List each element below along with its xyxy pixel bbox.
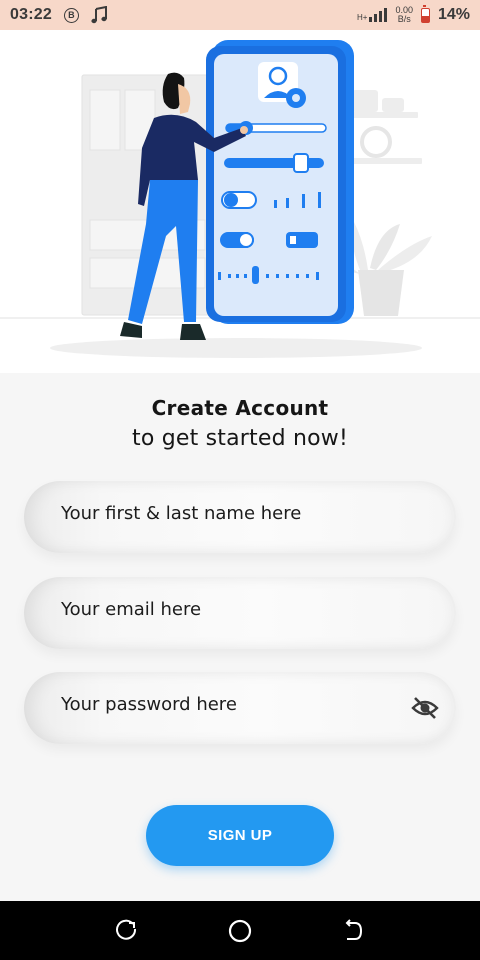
system-nav-bar <box>0 901 480 960</box>
floor-shadow <box>50 338 422 358</box>
signal-icon <box>369 8 388 22</box>
phone-shape <box>206 40 354 324</box>
b-badge-icon: B <box>63 7 79 23</box>
name-input[interactable] <box>61 502 440 524</box>
email-field[interactable] <box>24 577 456 649</box>
home-icon[interactable] <box>220 911 260 951</box>
battery-icon <box>420 4 430 23</box>
recent-apps-icon[interactable] <box>107 911 147 951</box>
email-input[interactable] <box>61 598 440 620</box>
name-field[interactable] <box>24 481 456 553</box>
back-icon[interactable] <box>333 911 373 951</box>
status-right: H+ 0.00 B/s 14% <box>356 4 470 24</box>
heading: Create Account to get started now! <box>0 396 480 451</box>
status-bar: 03:22 B H+ 0.00 B/s 14% <box>0 0 480 30</box>
page-title: Create Account <box>151 396 329 420</box>
hero-illustration <box>0 30 480 373</box>
eye-off-icon[interactable] <box>410 693 440 723</box>
status-left: 03:22 B <box>10 6 107 24</box>
settings-illustration <box>0 40 480 358</box>
speed-unit: B/s <box>397 14 411 24</box>
page-subtitle: to get started now! <box>132 426 348 451</box>
signup-button[interactable]: SIGN UP <box>146 805 334 866</box>
status-time: 03:22 <box>10 6 52 23</box>
network-type: H+ <box>356 13 368 22</box>
password-input[interactable] <box>61 693 410 715</box>
music-note-icon <box>91 6 107 24</box>
battery-percent: 14% <box>437 6 470 23</box>
data-speed: 0.00 B/s <box>395 6 413 24</box>
password-field[interactable] <box>24 672 456 744</box>
